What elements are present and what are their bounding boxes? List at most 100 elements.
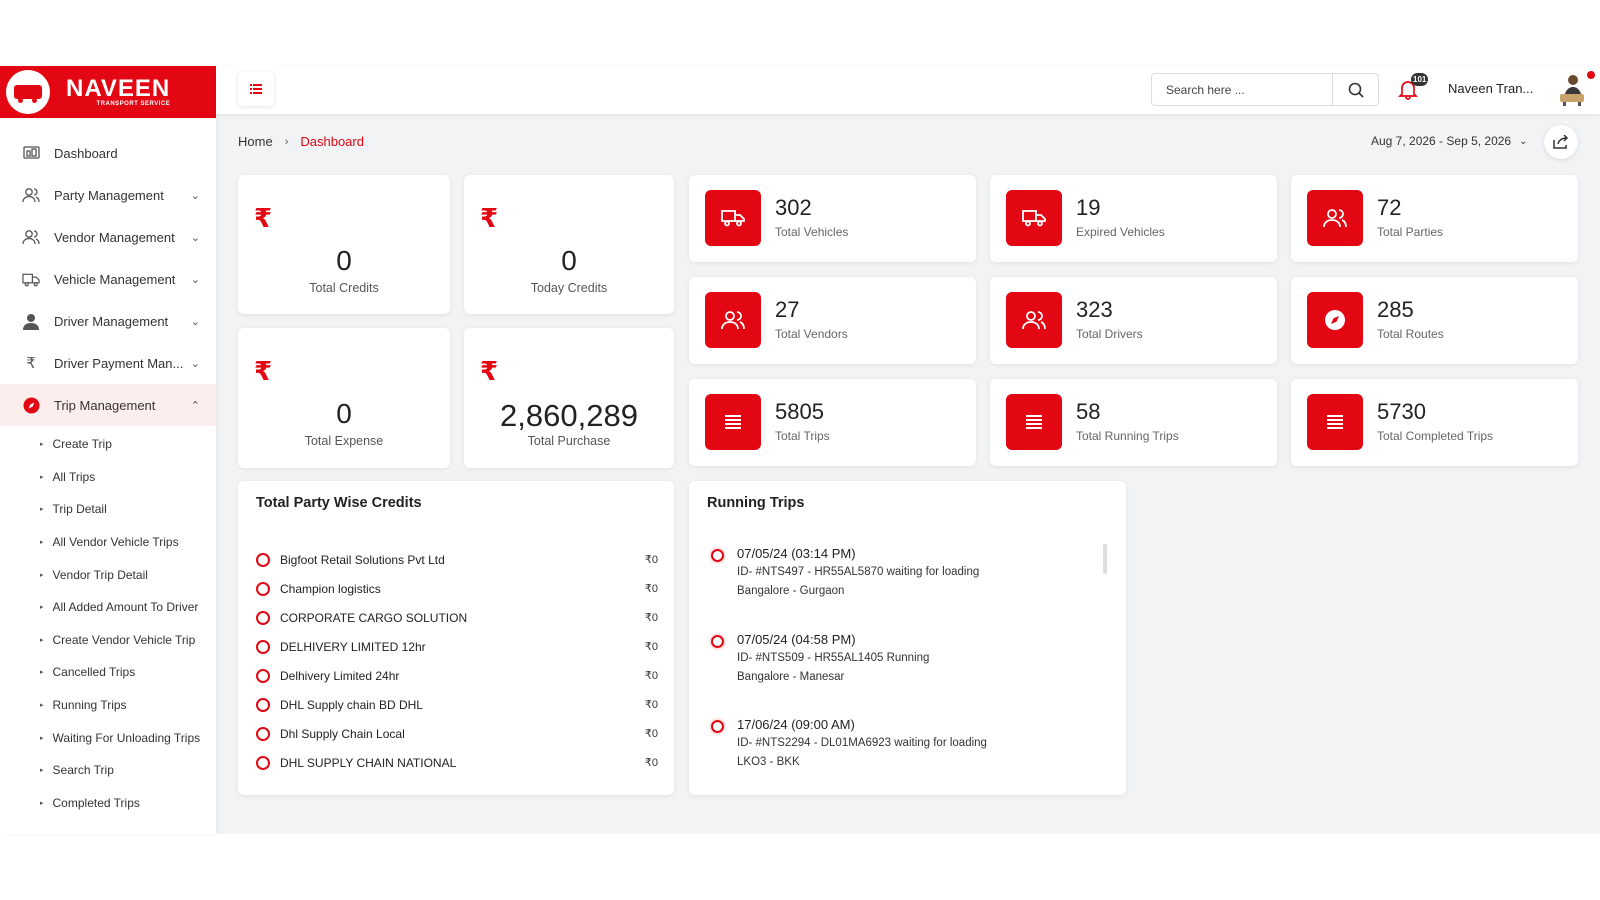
- party-amount: ₹0: [644, 641, 658, 653]
- stat-label: Total Routes: [1377, 327, 1444, 341]
- sidebar-item-label: Driver Management: [54, 313, 169, 329]
- sidebar-item-vehicle-management[interactable]: Vehicle Management ⌄: [0, 258, 216, 300]
- date-range-picker[interactable]: Aug 7, 2026 - Sep 5, 2026 ⌄: [1371, 134, 1528, 148]
- panel-title: Total Party Wise Credits: [256, 495, 422, 511]
- submenu-vendor-trip-detail[interactable]: ▸ Vendor Trip Detail: [0, 558, 216, 591]
- sidebar-item-vendor-management[interactable]: Vendor Management ⌄: [0, 216, 216, 258]
- stat-card-total-vendors[interactable]: 27 Total Vendors: [689, 277, 976, 364]
- stat-card-expired-vehicles[interactable]: 19 Expired Vehicles: [990, 175, 1277, 262]
- stat-card-total-completed-trips[interactable]: 5730 Total Completed Trips: [1291, 379, 1578, 466]
- users-icon: [22, 186, 40, 204]
- stat-label: Expired Vehicles: [1076, 225, 1165, 239]
- menu-toggle-button[interactable]: [238, 72, 274, 106]
- list-item[interactable]: DELHIVERY LIMITED 12hr ₹0: [256, 632, 658, 661]
- timeline-dot-icon: [709, 632, 726, 650]
- total-credits-card: ₹ 0 Total Credits: [238, 175, 450, 314]
- card-label: Total Credits: [309, 281, 379, 295]
- submenu-running-trips[interactable]: ▸ Running Trips: [0, 689, 216, 722]
- list-item[interactable]: Dhl Supply Chain Local ₹0: [256, 719, 658, 748]
- submenu-label: All Vendor Vehicle Trips: [52, 535, 179, 550]
- sidebar-item-party-management[interactable]: Party Management ⌄: [0, 174, 216, 216]
- sidebar-item-label: Dashboard: [54, 145, 118, 161]
- party-amount: ₹0: [644, 554, 658, 566]
- stat-card-total-trips[interactable]: 5805 Total Trips: [689, 379, 976, 466]
- card-label: Total Expense: [304, 434, 384, 448]
- party-amount: ₹0: [644, 670, 658, 682]
- circle-icon: [256, 697, 270, 712]
- sidebar-item-label: Trip Management: [54, 397, 156, 413]
- bullet-icon: ▸: [40, 799, 44, 807]
- list-item[interactable]: Champion logistics ₹0: [256, 574, 658, 603]
- list-item[interactable]: Delhivery Limited 24hr ₹0: [256, 661, 658, 690]
- stat-card-total-running-trips[interactable]: 58 Total Running Trips: [990, 379, 1277, 466]
- trip-item[interactable]: 07/05/24 (03:14 PM) ID- #NTS497 - HR55AL…: [709, 545, 1089, 631]
- truck-icon: [1006, 190, 1062, 246]
- party-name: CORPORATE CARGO SOLUTION: [280, 610, 468, 625]
- stat-value: 58: [1076, 399, 1101, 424]
- submenu-trip-detail[interactable]: ▸ Trip Detail: [0, 493, 216, 526]
- user-name[interactable]: Naveen Tran...: [1448, 81, 1533, 96]
- search-button[interactable]: [1332, 74, 1378, 105]
- submenu-label: Search Trip: [52, 763, 114, 778]
- submenu-completed-trips[interactable]: ▸ Completed Trips: [0, 787, 216, 820]
- trip-item[interactable]: 17/06/24 (09:00 AM) ID- #NTS2294 - DL01M…: [709, 716, 1089, 802]
- submenu-waiting-unloading[interactable]: ▸ Waiting For Unloading Trips: [0, 721, 216, 754]
- chevron-down-icon: ⌄: [190, 231, 200, 244]
- bullet-icon: ▸: [40, 571, 44, 579]
- trip-route: Bangalore - Manesar: [737, 670, 845, 683]
- submenu-label: Vendor Trip Detail: [52, 567, 148, 582]
- submenu-create-vendor-vehicle-trip[interactable]: ▸ Create Vendor Vehicle Trip: [0, 624, 216, 657]
- users-icon: [1307, 190, 1363, 246]
- card-value: 2,860,289: [500, 398, 638, 433]
- bullet-icon: ▸: [40, 767, 44, 775]
- submenu-all-vendor-vehicle-trips[interactable]: ▸ All Vendor Vehicle Trips: [0, 526, 216, 559]
- submenu-create-trip[interactable]: ▸ Create Trip: [0, 428, 216, 461]
- chevron-down-icon: ⌄: [190, 273, 200, 286]
- breadcrumb-home[interactable]: Home: [238, 134, 273, 149]
- stat-label: Total Completed Trips: [1377, 429, 1494, 443]
- stat-card-total-drivers[interactable]: 323 Total Drivers: [990, 277, 1277, 364]
- stat-card-total-routes[interactable]: 285 Total Routes: [1291, 277, 1578, 364]
- card-value: 0: [336, 398, 352, 429]
- circle-icon: [256, 668, 270, 683]
- total-expense-card: ₹ 0 Total Expense: [238, 328, 450, 468]
- rupee-icon: ₹: [480, 203, 499, 233]
- list-item[interactable]: DHL SUPPLY CHAIN NATIONAL ₹0: [256, 748, 658, 777]
- sidebar-item-dashboard[interactable]: Dashboard: [0, 132, 216, 174]
- brand-logo[interactable]: NAVEEN TRANSPORT SERVICE: [0, 66, 216, 118]
- trip-description: ID- #NTS509 - HR55AL1405 Running: [737, 651, 930, 664]
- stat-card-total-vehicles[interactable]: 302 Total Vehicles: [689, 175, 976, 262]
- list-item[interactable]: CORPORATE CARGO SOLUTION ₹0: [256, 603, 658, 632]
- bullet-icon: ▸: [40, 473, 44, 481]
- sidebar-item-label: Vehicle Management: [54, 271, 176, 287]
- share-button[interactable]: [1544, 125, 1578, 159]
- card-value: 0: [561, 245, 577, 276]
- stat-card-total-parties[interactable]: 72 Total Parties: [1291, 175, 1578, 262]
- sidebar-item-driver-management[interactable]: Driver Management ⌄: [0, 300, 216, 342]
- truck-icon: [22, 270, 40, 288]
- scrollbar[interactable]: [1103, 544, 1107, 574]
- trip-submenu: ▸ Create Trip ▸ All Trips ▸ Trip Detail ▸ Al…: [0, 426, 216, 819]
- list-item[interactable]: Bigfoot Retail Solutions Pvt Ltd ₹0: [256, 545, 658, 574]
- sidebar-item-driver-payment-management[interactable]: ₹ Driver Payment Man... ⌄: [0, 342, 216, 384]
- search-input[interactable]: [1152, 74, 1332, 105]
- trip-time: 07/05/24 (04:58 PM): [737, 631, 856, 647]
- list-icon: [705, 394, 761, 450]
- truck-icon: [705, 190, 761, 246]
- submenu-cancelled-trips[interactable]: ▸ Cancelled Trips: [0, 656, 216, 689]
- trip-item[interactable]: 07/05/24 (04:58 PM) ID- #NTS509 - HR55AL…: [709, 631, 1089, 717]
- avatar[interactable]: [1556, 72, 1588, 106]
- submenu-label: Create Trip: [52, 437, 112, 452]
- top-bar: 101 Naveen Tran...: [216, 66, 1600, 114]
- share-icon: [1553, 135, 1569, 149]
- circle-icon: [256, 610, 270, 625]
- submenu-search-trip[interactable]: ▸ Search Trip: [0, 754, 216, 787]
- stat-value: 27: [775, 297, 800, 322]
- sidebar-item-trip-management[interactable]: Trip Management ⌃: [0, 384, 216, 426]
- submenu-all-trips[interactable]: ▸ All Trips: [0, 461, 216, 494]
- circle-icon: [256, 755, 270, 770]
- list-item[interactable]: DHL Supply chain BD DHL ₹0: [256, 690, 658, 719]
- rupee-icon: ₹: [26, 355, 36, 372]
- submenu-all-added-amount[interactable]: ▸ All Added Amount To Driver: [0, 591, 216, 624]
- status-dot: [1587, 71, 1595, 79]
